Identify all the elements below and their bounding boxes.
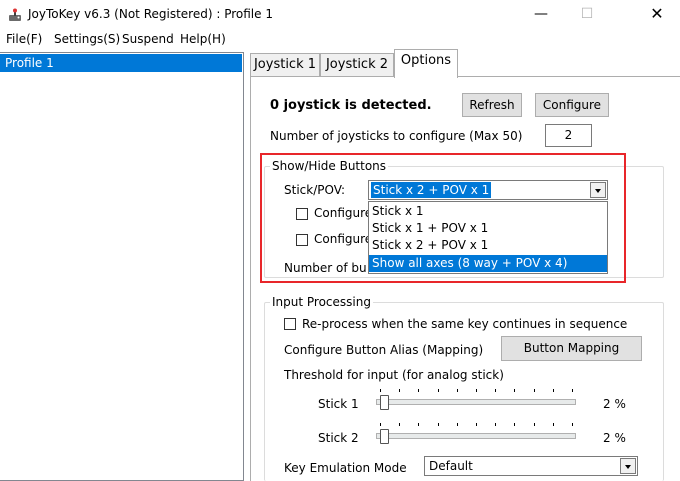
close-button[interactable]: ✕ [634,0,680,30]
maximize-button[interactable]: ☐ [564,0,610,30]
stick1-slider-track[interactable] [376,399,576,405]
menu-settings[interactable]: Settings(S) [54,32,120,46]
key-emulation-select[interactable]: Default [424,456,638,476]
num-joysticks-label: Number of joysticks to configure (Max 50… [270,129,523,143]
configure-checkbox-1[interactable] [296,208,308,220]
number-of-buttons-label: Number of bu [284,261,367,275]
slider-tick [437,423,439,426]
configure-checkbox-1-label: Configure [314,206,373,220]
num-joysticks-input[interactable]: 2 [545,124,592,147]
menu-file[interactable]: File(F) [6,32,42,46]
slider-tick [476,423,477,426]
menu-bar: File(F) Settings(S) Suspend Help(H) [0,30,680,48]
slider-tick [514,423,516,426]
stick2-value: 2 % [603,431,626,445]
dropdown-option[interactable]: Stick x 1 + POV x 1 [369,220,607,237]
slider-tick [514,389,516,392]
slider-tick [476,389,477,392]
threshold-label: Threshold for input (for analog stick) [284,368,504,382]
slider-tick [552,423,554,426]
tab-joystick-2[interactable]: Joystick 2 [320,53,394,77]
dropdown-option[interactable]: Stick x 1 [369,203,607,220]
slider-tick [380,389,381,392]
title-bar: JoyToKey v6.3 (Not Registered) : Profile… [0,0,680,30]
configure-button[interactable]: Configure [535,93,609,117]
joystick-app-icon [9,8,21,21]
slider-tick [572,389,573,392]
dropdown-option[interactable]: Stick x 2 + POV x 1 [369,237,607,254]
slider-tick [572,423,573,426]
slider-tick [495,423,497,426]
window-title: JoyToKey v6.3 (Not Registered) : Profile… [28,7,273,21]
dropdown-option-highlighted[interactable]: Show all axes (8 way + POV x 4) [369,255,607,272]
profile-list[interactable]: Profile 1 [0,52,244,481]
stick1-label: Stick 1 [318,397,359,411]
refresh-button[interactable]: Refresh [462,93,522,117]
reprocess-checkbox[interactable] [284,318,296,330]
slider-tick [380,423,381,426]
show-hide-title: Show/Hide Buttons [270,159,389,173]
slider-tick [418,423,420,426]
stick2-slider-thumb[interactable] [379,429,389,444]
input-processing-title: Input Processing [270,295,373,309]
menu-suspend[interactable]: Suspend [122,32,174,46]
tab-options[interactable]: Options [394,49,458,78]
button-mapping-button[interactable]: Button Mapping [501,336,642,361]
minimize-button[interactable]: — [518,0,564,30]
stick1-value: 2 % [603,397,626,411]
stick2-label: Stick 2 [318,431,359,445]
stick2-slider-track[interactable] [376,433,576,439]
slider-tick [456,423,458,426]
slider-tick [456,389,458,392]
chevron-down-icon[interactable] [620,458,636,474]
button-alias-label: Configure Button Alias (Mapping) [284,343,484,357]
key-emulation-label: Key Emulation Mode [284,461,407,475]
slider-tick [533,423,535,426]
stick1-slider-thumb[interactable] [379,395,389,410]
profile-item-selected[interactable]: Profile 1 [0,54,242,72]
slider-tick [399,423,401,426]
slider-tick [552,389,554,392]
stick-pov-value: Stick x 2 + POV x 1 [371,182,492,198]
key-emulation-value: Default [429,459,473,473]
configure-checkbox-2-label: Configure [314,232,373,246]
slider-tick [533,389,535,392]
slider-tick [399,389,401,392]
chevron-down-icon[interactable] [590,182,606,198]
slider-tick [418,389,420,392]
stick-pov-label: Stick/POV: [284,183,345,197]
reprocess-label: Re-process when the same key continues i… [302,317,628,331]
stick-pov-select[interactable]: Stick x 2 + POV x 1 [368,180,608,200]
stick-pov-dropdown[interactable]: Stick x 1 Stick x 1 + POV x 1 Stick x 2 … [368,201,608,274]
slider-tick [437,389,439,392]
slider-tick [495,389,497,392]
tab-joystick-1[interactable]: Joystick 1 [250,53,320,77]
configure-checkbox-2[interactable] [296,234,308,246]
joystick-detected-label: 0 joystick is detected. [270,98,432,113]
menu-help[interactable]: Help(H) [180,32,226,46]
